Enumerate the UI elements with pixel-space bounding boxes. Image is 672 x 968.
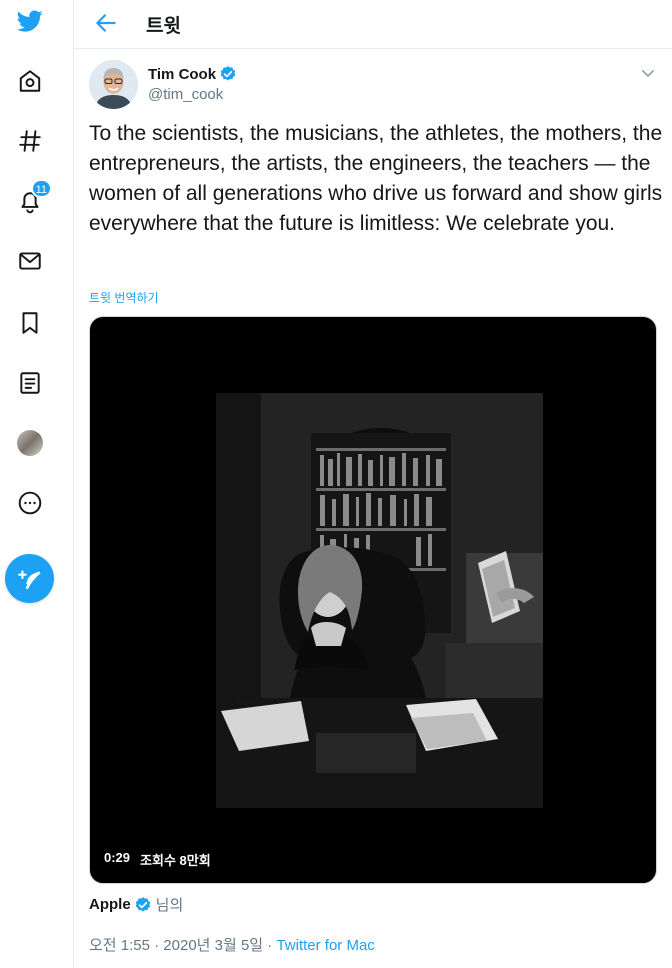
twitter-logo-icon[interactable] — [11, 2, 49, 40]
messages-envelope-icon[interactable] — [11, 242, 49, 280]
tweet-text: To the scientists, the musicians, the at… — [89, 122, 663, 235]
feather-plus-icon — [17, 569, 40, 589]
tweet-source-link[interactable]: Twitter for Mac — [276, 937, 374, 954]
home-icon[interactable] — [11, 62, 49, 100]
notifications-badge: 11 — [30, 179, 52, 198]
more-options-icon[interactable] — [11, 484, 49, 522]
media-attribution[interactable]: Apple 님의 — [89, 894, 183, 915]
author-name[interactable]: Tim Cook — [148, 66, 216, 83]
video-player[interactable]: 0:29 조회수 8만회 — [89, 316, 657, 884]
back-arrow-icon[interactable] — [93, 10, 119, 36]
video-views: 조회수 8만회 — [140, 853, 211, 868]
translate-tweet-link[interactable]: 트윗 번역하기 — [89, 289, 159, 306]
attribution-name[interactable]: Apple — [89, 896, 131, 913]
metadata-separator: · — [263, 937, 277, 954]
nav-rail: 11 — [0, 0, 74, 968]
bookmark-icon[interactable] — [11, 304, 49, 342]
page-header: 트윗 — [74, 0, 672, 49]
lists-icon[interactable] — [11, 364, 49, 402]
author-name-row[interactable]: Tim Cook — [148, 65, 237, 83]
verified-badge-icon — [135, 896, 150, 912]
author-avatar[interactable] — [89, 60, 138, 109]
notifications-bell-icon[interactable]: 11 — [11, 179, 52, 220]
verified-badge-icon — [220, 66, 236, 81]
video-thumbnail — [216, 393, 543, 808]
chevron-down-icon[interactable] — [639, 64, 657, 82]
explore-hashtag-icon[interactable] — [11, 122, 49, 160]
compose-tweet-button[interactable] — [5, 554, 54, 603]
tweet-metadata: 오전 1:55 · 2020년 3월 5일 · Twitter for Mac — [89, 934, 375, 955]
profile-avatar[interactable] — [11, 424, 49, 462]
profile-avatar-image — [17, 430, 43, 456]
video-duration: 0:29 — [104, 850, 131, 865]
tweet-timestamp[interactable]: 오전 1:55 · 2020년 3월 5일 — [89, 937, 263, 954]
page-title: 트윗 — [146, 16, 181, 37]
attribution-suffix: 님의 — [155, 897, 184, 914]
video-meta: 0:29 조회수 8만회 — [104, 850, 211, 869]
author-handle[interactable]: @tim_cook — [148, 86, 223, 103]
